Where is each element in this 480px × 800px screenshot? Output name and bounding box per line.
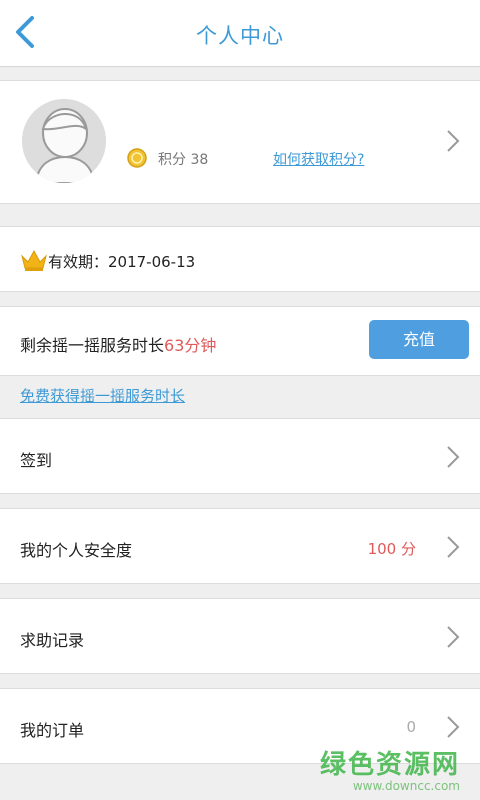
menu-item-label: 求助记录 [20,631,85,650]
chevron-right-icon [446,715,460,739]
how-to-get-points-link[interactable]: 如何获取积分? [273,149,364,169]
avatar[interactable] [22,99,106,183]
validity-row: 有效期：2017-06-13 [0,226,480,292]
watermark-text: 绿色资源网 [319,750,460,780]
recharge-button[interactable]: 充值 [369,320,469,359]
top-bar: 个人中心 [0,0,480,67]
menu-item-help-records[interactable]: 求助记录 [0,598,480,674]
validity-date: 有效期：2017-06-13 [48,253,196,271]
service-remaining-label: 剩余摇一摇服务时长 [20,336,165,355]
watermark-logo: 绿色资源网 www.downcc.com [320,744,460,793]
security-score: 100 分 [367,540,416,558]
orders-count: 0 [406,718,416,736]
points-count: 积分 38 [158,152,209,168]
service-time-row: 剩余摇一摇服务时长63分钟 充值 [0,306,480,376]
profile-card[interactable]: 积分 38 如何获取积分? [0,80,480,204]
chevron-right-icon [446,535,460,559]
service-remaining-value: 63分钟 [164,336,217,355]
page-title: 个人中心 [196,24,284,48]
menu-item-label: 我的订单 [20,721,85,740]
chevron-right-icon [446,129,460,153]
free-service-time-link[interactable]: 免费获得摇一摇服务时长 [20,385,185,406]
coin-icon [127,148,147,168]
crown-icon [20,248,48,272]
menu-item-label: 我的个人安全度 [20,541,133,560]
chevron-right-icon [446,625,460,649]
watermark-url: www.downcc.com [352,779,460,793]
menu-item-label: 签到 [20,451,53,470]
menu-item-security[interactable]: 我的个人安全度 100 分 [0,508,480,584]
chevron-right-icon [446,445,460,469]
service-remaining-text: 剩余摇一摇服务时长63分钟 [20,332,216,356]
menu-item-checkin[interactable]: 签到 [0,418,480,494]
